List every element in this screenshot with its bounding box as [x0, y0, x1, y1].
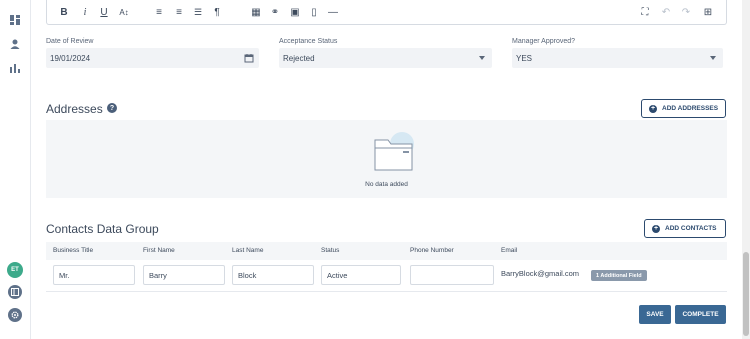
add-addresses-button[interactable]: + ADD ADDRESSES	[641, 99, 726, 118]
manager-approved-label: Manager Approved?	[512, 38, 576, 45]
row-divider	[46, 291, 727, 292]
add-contacts-button[interactable]: + ADD CONTACTS	[644, 219, 726, 238]
column-header: Phone Number	[410, 247, 454, 254]
rich-text-toolbar: B i U A↕ ≡ ≡ ☰ ¶ ▦ ⚭ ▣ ▯ — ⛶ ↶ ↷ ⊞	[46, 0, 727, 25]
acceptance-status-value: Rejected	[283, 53, 315, 63]
column-header: Email	[501, 247, 518, 254]
contacts-table: Business Title First Name Last Name Stat…	[46, 242, 727, 292]
add-addresses-label: ADD ADDRESSES	[662, 105, 719, 112]
redo-icon[interactable]: ↷	[680, 6, 692, 18]
date-of-review-value: 19/01/2024	[50, 53, 91, 63]
additional-field-badge[interactable]: 1 Additional Field	[591, 270, 647, 281]
text-size-icon[interactable]: A↕	[117, 6, 131, 18]
acceptance-status-select[interactable]: Rejected	[279, 48, 492, 68]
scrollbar[interactable]	[742, 0, 750, 339]
italic-icon[interactable]: i	[80, 6, 90, 18]
avatar[interactable]: ET	[7, 262, 23, 278]
email-input[interactable]: BarryBlock@gmail.com	[501, 269, 579, 278]
empty-folder-icon	[374, 132, 414, 171]
column-header: Status	[321, 247, 340, 254]
addresses-empty-state: No data added	[46, 120, 727, 198]
date-of-review-label: Date of Review	[46, 38, 94, 45]
bar-chart-icon[interactable]	[9, 62, 21, 74]
table-header: Business Title First Name Last Name Stat…	[46, 242, 727, 260]
paragraph-icon[interactable]: ¶	[211, 6, 223, 18]
column-header: First Name	[143, 247, 175, 254]
calendar-icon[interactable]	[244, 53, 254, 63]
table-icon[interactable]: ▦	[250, 6, 262, 18]
fullscreen-icon[interactable]: ⛶	[639, 6, 651, 18]
scrollbar-thumb[interactable]	[743, 252, 749, 336]
date-of-review-field[interactable]: 19/01/2024	[46, 48, 259, 68]
save-button[interactable]: SAVE	[639, 305, 671, 324]
add-contacts-label: ADD CONTACTS	[665, 225, 717, 232]
sidebar: ET	[0, 0, 31, 339]
status-input[interactable]: Active	[321, 265, 401, 285]
column-header: Last Name	[232, 247, 264, 254]
align-left-icon[interactable]: ≡	[153, 6, 165, 18]
help-icon[interactable]: ?	[107, 103, 117, 113]
last-name-input[interactable]: Block	[232, 265, 314, 285]
image-icon[interactable]: ▣	[289, 6, 301, 18]
main-content: B i U A↕ ≡ ≡ ☰ ¶ ▦ ⚭ ▣ ▯ — ⛶ ↶ ↷ ⊞ Date …	[31, 0, 742, 339]
dashboard-icon[interactable]	[9, 14, 21, 26]
chevron-down-icon	[710, 56, 716, 60]
bold-icon[interactable]: B	[59, 6, 69, 18]
acceptance-status-label: Acceptance Status	[279, 38, 338, 45]
link-icon[interactable]: ⚭	[269, 6, 281, 18]
column-header: Business Title	[53, 247, 94, 254]
first-name-input[interactable]: Barry	[143, 265, 225, 285]
undo-icon[interactable]: ↶	[660, 6, 672, 18]
empty-state-text: No data added	[365, 181, 408, 188]
plus-icon: +	[649, 104, 657, 113]
code-view-icon[interactable]: ⊞	[702, 6, 714, 18]
complete-button[interactable]: COMPLETE	[675, 305, 726, 324]
phone-number-input[interactable]	[410, 265, 494, 285]
manager-approved-value: YES	[516, 53, 533, 63]
business-title-input[interactable]: Mr.	[53, 265, 135, 285]
manager-approved-select[interactable]: YES	[512, 48, 723, 68]
addresses-title: Addresses	[46, 102, 103, 116]
sidebar-toggle-icon[interactable]	[8, 285, 22, 299]
plus-icon: +	[652, 224, 660, 233]
align-center-icon[interactable]: ≡	[173, 6, 185, 18]
user-icon[interactable]	[9, 38, 21, 50]
file-icon[interactable]: ▯	[308, 6, 320, 18]
horizontal-rule-icon[interactable]: —	[327, 6, 339, 18]
contacts-title: Contacts Data Group	[46, 222, 159, 236]
chevron-down-icon	[479, 56, 485, 60]
list-icon[interactable]: ☰	[192, 6, 204, 18]
settings-gear-icon[interactable]	[8, 308, 22, 322]
underline-icon[interactable]: U	[99, 6, 109, 18]
